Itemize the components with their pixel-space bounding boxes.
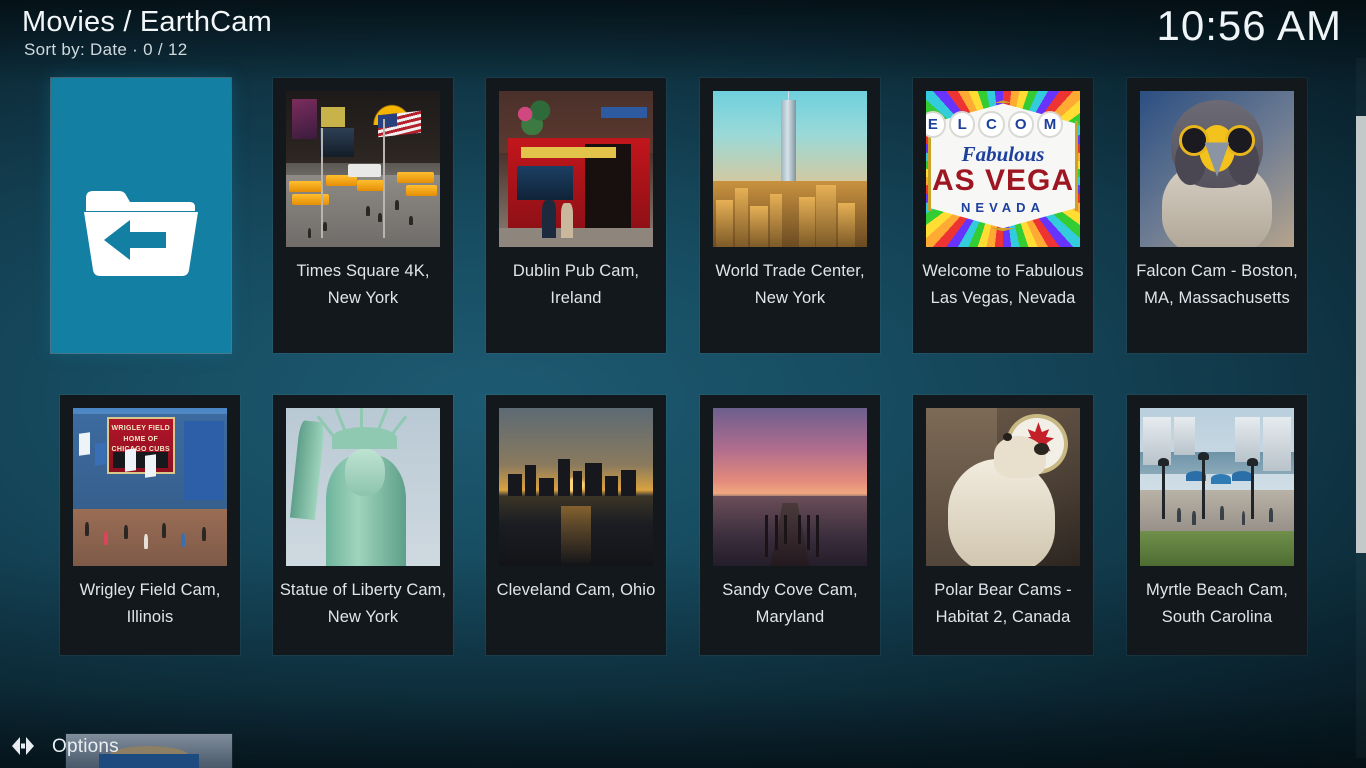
thumbnail-dublin-pub (499, 91, 653, 247)
grid-item-times-square[interactable]: Times Square 4K, New York (273, 78, 453, 353)
vegas-letter: C (978, 111, 1005, 138)
thumbnail-polar-bear (926, 408, 1080, 566)
vegas-letter: O (1007, 111, 1034, 138)
thumbnail-times-square (286, 91, 440, 247)
grid-item-parent-folder[interactable] (51, 78, 231, 353)
left-right-arrows-icon (10, 735, 36, 757)
thumbnail-las-vegas-sign: E L C O M Fabulous AS VEGA NEVADA (926, 91, 1080, 247)
grid-item-label: Welcome to Fabulous Las Vegas, Nevada (922, 262, 1084, 307)
grid-item-polar-bear[interactable]: Polar Bear Cams - Habitat 2, Canada (913, 395, 1093, 655)
grid-item-label: Sandy Cove Cam, Maryland (722, 581, 858, 626)
vegas-letter: L (949, 111, 976, 138)
grid-item-label: Polar Bear Cams - Habitat 2, Canada (934, 581, 1072, 626)
thumbnail-world-trade-center (713, 91, 867, 247)
grid-item-sandy-cove[interactable]: Sandy Cove Cam, Maryland (700, 395, 880, 655)
thumbnail-myrtle-beach (1140, 408, 1294, 566)
grid-item-label: Wrigley Field Cam, Illinois (79, 581, 221, 626)
scrollbar-track[interactable] (1356, 58, 1366, 758)
thumbnail-cleveland-skyline (499, 408, 653, 566)
folder-back-icon (80, 182, 202, 283)
grid-item-label: Myrtle Beach Cam, South Carolina (1146, 581, 1288, 626)
grid-item-cleveland[interactable]: Cleveland Cam, Ohio (486, 395, 666, 655)
wrigley-sign-line: WRIGLEY FIELD (111, 424, 171, 432)
grid-item-label: Times Square 4K, New York (296, 262, 430, 307)
thumbnail-wrigley-field: WRIGLEY FIELD HOME OF CHICAGO CUBS (73, 408, 227, 566)
vegas-letter: M (1036, 111, 1064, 138)
thumbnail-sandy-cove (713, 408, 867, 566)
grid-item-label: Dublin Pub Cam, Ireland (512, 262, 640, 307)
media-grid: Times Square 4K, New York Dublin Pub Cam… (0, 78, 1366, 698)
header: Movies / EarthCam Sort by: Date · 0 / 12… (0, 0, 1366, 72)
grid-item-statue-of-liberty[interactable]: Statue of Liberty Cam, New York (273, 395, 453, 655)
scrollbar-thumb[interactable] (1356, 116, 1366, 553)
grid-item-dublin-pub[interactable]: Dublin Pub Cam, Ireland (486, 78, 666, 353)
grid-item-las-vegas[interactable]: E L C O M Fabulous AS VEGA NEVADA Welcom… (913, 78, 1093, 353)
thumbnail-statue-of-liberty (286, 408, 440, 566)
grid-item-label: Falcon Cam - Boston, MA, Massachusetts (1136, 262, 1298, 307)
grid-item-wrigley-field[interactable]: WRIGLEY FIELD HOME OF CHICAGO CUBS Wrigl… (60, 395, 240, 655)
thumbnail-falcon (1140, 91, 1294, 247)
grid-item-label: Cleveland Cam, Ohio (496, 581, 656, 599)
options-label: Options (52, 736, 119, 757)
vegas-state-text: NEVADA (961, 200, 1045, 216)
clock: 10:56 AM (1156, 2, 1342, 49)
wrigley-sign-line: HOME OF (123, 435, 159, 443)
page-title: Movies / EarthCam (22, 6, 272, 38)
options-bar[interactable]: Options (0, 722, 1366, 768)
grid-item-myrtle-beach[interactable]: Myrtle Beach Cam, South Carolina (1127, 395, 1307, 655)
sort-and-count-label: Sort by: Date · 0 / 12 (24, 40, 188, 59)
grid-item-label: World Trade Center, New York (715, 262, 865, 307)
grid-item-label: Statue of Liberty Cam, New York (279, 581, 447, 626)
grid-item-falcon-cam[interactable]: Falcon Cam - Boston, MA, Massachusetts (1127, 78, 1307, 353)
grid-item-world-trade-center[interactable]: World Trade Center, New York (700, 78, 880, 353)
vegas-city-text: AS VEGA (931, 164, 1075, 198)
